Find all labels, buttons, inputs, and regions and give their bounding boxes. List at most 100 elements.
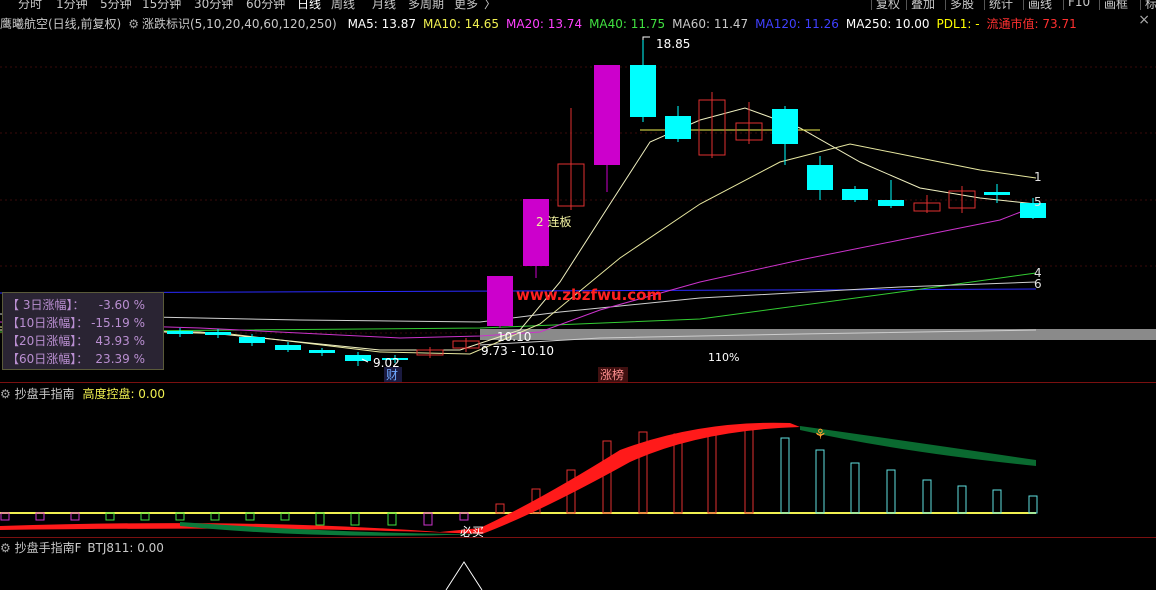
ma-value-1: MA10: 14.65 (422, 17, 500, 31)
close-icon[interactable]: × (1138, 12, 1150, 28)
period-tab-2[interactable]: 5分钟 (100, 0, 132, 10)
down-bar (922, 479, 932, 514)
candle-body-limit (487, 276, 513, 326)
panel3-name[interactable]: 抄盘手指南F (15, 541, 82, 555)
gear-icon[interactable]: ⚙ (128, 17, 139, 31)
panel2-param: 高度控盘: 0.00 (82, 387, 166, 401)
candle-body-limit (523, 199, 549, 266)
up-bar (495, 503, 505, 514)
candlestick-chart[interactable]: 18.859.0210.109.73 - 10.102 连板110%财 涨榜www… (0, 32, 1156, 382)
stat-row: 【10日涨幅】： -15.19 % (7, 314, 145, 331)
up-bar (673, 433, 683, 514)
control-indicator-chart[interactable]: ⚘必买 (0, 400, 1156, 538)
ma-value-3: MA40: 11.75 (589, 17, 666, 31)
toolbar-button-5[interactable]: F10 (1068, 0, 1090, 9)
candle-body-down (984, 192, 1010, 195)
candle-body-down (878, 200, 904, 206)
small-bar (350, 512, 360, 526)
small-bar (280, 512, 290, 521)
candle-body-limit (594, 65, 620, 165)
stat-label: 【20日涨幅】： (7, 334, 89, 348)
panel3-chart (445, 561, 483, 590)
panel-divider-2 (0, 537, 1156, 538)
period-tab-3[interactable]: 15分钟 (142, 0, 181, 10)
stat-label: 【60日涨幅】： (7, 352, 89, 366)
toolbar-separator (906, 0, 907, 10)
indicator-title-line: 鹰曦航空(日线,前复权) ⚙ 涨跌标识(5,10,20,40,60,120,250)… (0, 15, 1091, 31)
period-toolbar: 分时 1分钟 5分钟 15分钟 30分钟 60分钟 日线 周线 月线 多周期 更多〉 复权 叠加 多股 统计… (0, 0, 1156, 10)
down-bar (815, 449, 825, 514)
support-band (480, 329, 1156, 340)
streak-label: 2 连板 (536, 214, 571, 229)
stat-row: 【60日涨幅】： 23.39 % (7, 350, 145, 367)
ma-value-2: MA20: 13.74 (506, 17, 583, 31)
small-bar (105, 512, 115, 521)
ma-value-6: MA250: 10.00 (845, 17, 930, 31)
stat-value: -15.19 % (91, 316, 145, 330)
small-bar (35, 512, 45, 521)
toolbar-button-2[interactable]: 多股 (950, 0, 974, 10)
toolbar-separator (984, 0, 985, 10)
stat-label: 【10日涨幅】： (7, 316, 89, 330)
cai-tag: 财 (386, 368, 398, 382)
price-10-10-label: 10.10 (497, 330, 531, 344)
period-tab-7[interactable]: 周线 (331, 0, 355, 10)
small-bar (423, 512, 433, 526)
candle-body-down (842, 189, 868, 200)
more-arrow-icon[interactable]: 〉 (484, 0, 496, 10)
small-bar (315, 512, 325, 526)
candle-body-down (309, 350, 335, 353)
line-id-6: 6 (1034, 277, 1042, 291)
toolbar-button-0[interactable]: 复权 (876, 0, 900, 10)
period-tab-8[interactable]: 月线 (372, 0, 396, 10)
small-bar (70, 512, 80, 521)
ma-value-4: MA60: 11.47 (672, 17, 749, 31)
down-bar (992, 489, 1002, 514)
stat-value: -3.60 % (98, 298, 145, 312)
toolbar-button-3[interactable]: 统计 (989, 0, 1013, 10)
period-tab-4[interactable]: 30分钟 (194, 0, 233, 10)
candle-body-down (807, 165, 833, 190)
panel2-icon[interactable]: ⚙ (0, 387, 11, 401)
period-tab-6[interactable]: 日线 (297, 0, 321, 10)
ma-value-0: MA5: 13.87 (347, 17, 416, 31)
triangle-mark (445, 561, 483, 590)
toolbar-separator (1099, 0, 1100, 10)
candle-body-down (275, 345, 301, 350)
indicator-label[interactable]: 涨跌标识(5,10,20,40,60,120,250) (142, 17, 337, 31)
panel2-name[interactable]: 抄盘手指南 (15, 387, 75, 401)
small-bar (0, 512, 10, 521)
toolbar-button-4[interactable]: 画线 (1028, 0, 1052, 10)
candle-body-down (1020, 203, 1046, 218)
period-tab-0[interactable]: 分时 (18, 0, 42, 10)
ma-values: MA5: 13.87 MA10: 14.65 MA20: 13.74 MA40: 11… (348, 17, 1084, 31)
small-bar (459, 512, 469, 521)
period-tab-10[interactable]: 更多 (454, 0, 478, 10)
line-id-5: 5 (1034, 195, 1042, 209)
period-tab-5[interactable]: 60分钟 (246, 0, 285, 10)
stat-label: 【 3日涨幅】： (7, 298, 85, 312)
small-bar (140, 512, 150, 521)
candle-body-down (772, 109, 798, 144)
up-bar (744, 429, 754, 514)
small-bar (245, 512, 255, 521)
panel3-param: BTJ811: 0.00 (87, 541, 164, 555)
period-tab-1[interactable]: 1分钟 (56, 0, 88, 10)
red-ribbon (0, 422, 800, 534)
panel3-icon[interactable]: ⚙ (0, 541, 11, 555)
panel-divider (0, 382, 1156, 383)
ma-value-5: MA120: 11.26 (755, 17, 839, 31)
candle-body-down (630, 65, 656, 117)
toolbar-button-7[interactable]: 标 (1145, 0, 1156, 10)
stat-value: 43.93 % (95, 334, 145, 348)
candle-body-down (239, 337, 265, 343)
toolbar-button-6[interactable]: 画框 (1104, 0, 1128, 10)
high-marker (642, 36, 650, 40)
candlesticks (167, 40, 1046, 366)
period-tab-9[interactable]: 多周期 (408, 0, 444, 10)
down-bar (957, 485, 967, 514)
stat-value: 23.39 % (95, 352, 145, 366)
candle-body-down (665, 116, 691, 139)
toolbar-button-1[interactable]: 叠加 (911, 0, 935, 10)
down-bar (1028, 495, 1038, 514)
